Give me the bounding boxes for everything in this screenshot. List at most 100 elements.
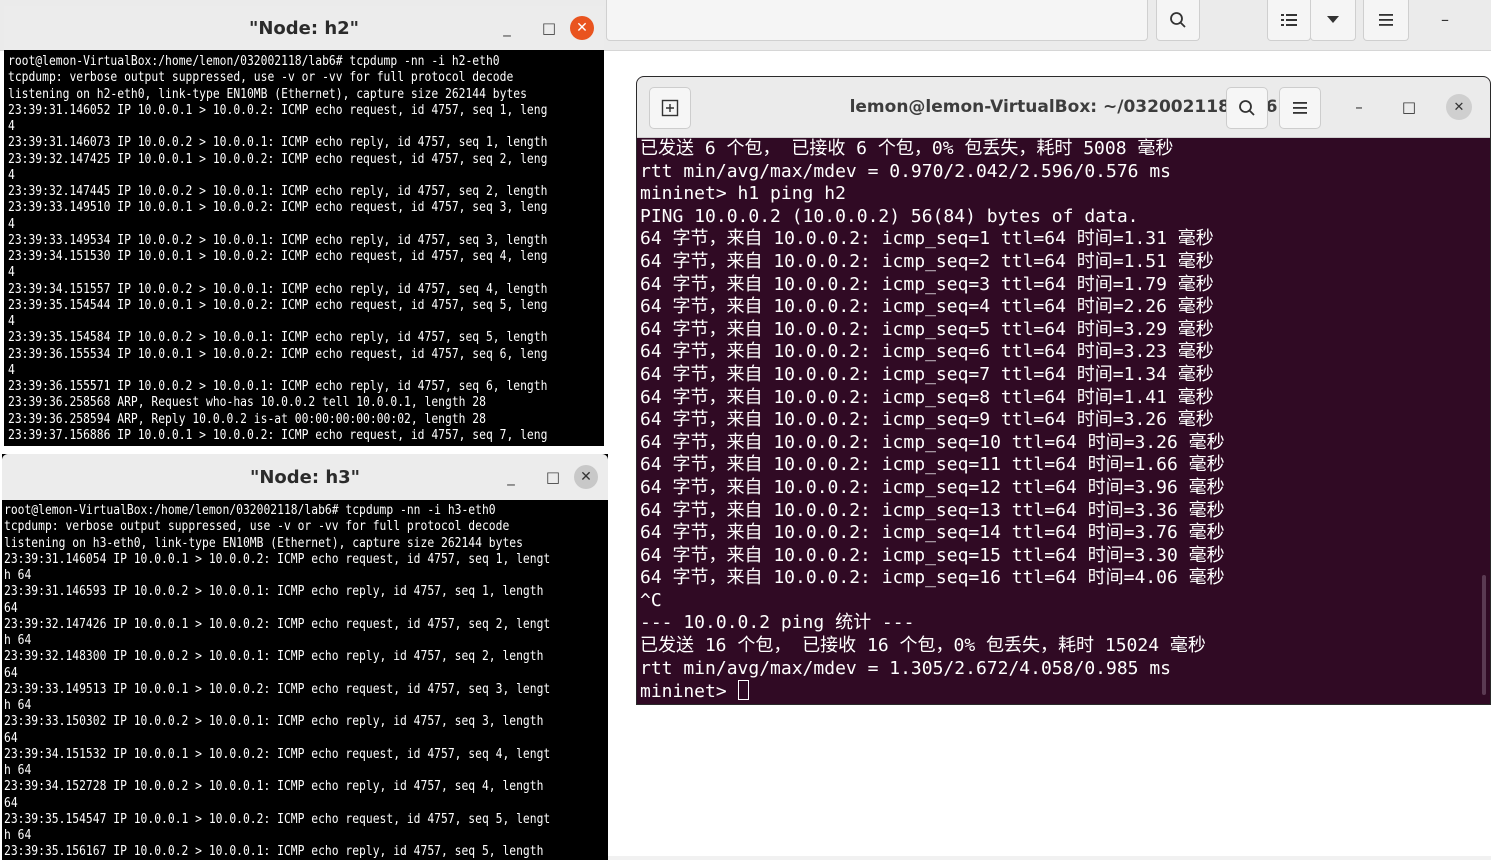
terminal-line: 23:39:35.154544 IP 10.0.0.1 > 10.0.0.2: … bbox=[8, 297, 548, 313]
maximize-icon[interactable]: □ bbox=[528, 13, 570, 43]
xterm-node-h3[interactable]: "Node: h3" _ □ ✕ root@lemon-VirtualBox:/… bbox=[2, 454, 608, 860]
terminal-line: 64 字节，来自 10.0.0.2: icmp_seq=9 ttl=64 时间=… bbox=[640, 409, 1214, 431]
search-icon bbox=[1239, 100, 1255, 116]
terminal-line: tcpdump: verbose output suppressed, use … bbox=[4, 519, 510, 535]
minimize-icon[interactable]: _ bbox=[490, 462, 532, 492]
terminal-line: 64 字节，来自 10.0.0.2: icmp_seq=7 ttl=64 时间=… bbox=[640, 363, 1214, 385]
menu-button[interactable] bbox=[1279, 87, 1321, 129]
terminal-line: 4 bbox=[8, 167, 15, 183]
terminal-line: 23:39:34.151532 IP 10.0.0.1 > 10.0.0.2: … bbox=[4, 746, 551, 762]
xterm-h3-titlebar[interactable]: "Node: h3" _ □ ✕ bbox=[2, 454, 608, 500]
terminal-line: h 64 bbox=[4, 568, 32, 583]
maximize-icon[interactable]: □ bbox=[1393, 91, 1425, 123]
terminal-line: 23:39:35.154547 IP 10.0.0.1 > 10.0.0.2: … bbox=[4, 811, 551, 827]
close-icon[interactable]: ✕ bbox=[1446, 94, 1472, 120]
xterm-node-h2[interactable]: "Node: h2" _ □ ✕ root@lemon-VirtualBox:/… bbox=[4, 6, 604, 446]
close-icon[interactable]: ✕ bbox=[574, 465, 598, 489]
terminal-line: 23:39:35.154584 IP 10.0.0.2 > 10.0.0.1: … bbox=[8, 330, 548, 346]
terminal-line: 64 字节，来自 10.0.0.2: icmp_seq=5 ttl=64 时间=… bbox=[640, 318, 1214, 340]
xterm-h3-output[interactable]: root@lemon-VirtualBox:/home/lemon/032002… bbox=[2, 503, 608, 860]
terminal-line: 23:39:36.258568 ARP, Request who-has 10.… bbox=[8, 395, 486, 411]
terminal-line: ^C bbox=[640, 589, 662, 611]
search-icon bbox=[1170, 12, 1186, 28]
terminal-line: h 64 bbox=[4, 763, 32, 778]
terminal-line: 64 字节，来自 10.0.0.2: icmp_seq=14 ttl=64 时间… bbox=[640, 522, 1225, 544]
terminal-line: 64 字节，来自 10.0.0.2: icmp_seq=2 ttl=64 时间=… bbox=[640, 250, 1214, 272]
terminal-line: 23:39:31.146593 IP 10.0.0.2 > 10.0.0.1: … bbox=[4, 584, 544, 600]
terminal-line: 已发送 16 个包， 已接收 16 个包，0% 包丢失，耗时 15024 毫秒 bbox=[640, 635, 1206, 657]
terminal-line: 23:39:31.146054 IP 10.0.0.1 > 10.0.0.2: … bbox=[4, 551, 551, 567]
terminal-output[interactable]: 已发送 6 个包， 已接收 6 个包，0% 包丢失，耗时 5008 毫秒 rtt … bbox=[640, 138, 1470, 704]
text-cursor bbox=[737, 680, 749, 701]
terminal-line: 64 字节，来自 10.0.0.2: icmp_seq=16 ttl=64 时间… bbox=[640, 567, 1225, 589]
prompt: mininet> bbox=[640, 681, 738, 703]
terminal-line: 23:39:34.151530 IP 10.0.0.1 > 10.0.0.2: … bbox=[8, 249, 548, 264]
minimize-icon[interactable]: _ bbox=[486, 13, 528, 43]
terminal-line: h 64 bbox=[4, 698, 32, 713]
terminal-line: h 64 bbox=[4, 633, 32, 648]
terminal-line: 23:39:35.156167 IP 10.0.0.2 > 10.0.0.1: … bbox=[4, 844, 544, 860]
terminal-line: rtt min/avg/max/mdev = 0.970/2.042/2.596… bbox=[640, 160, 1172, 182]
terminal-line: 23:39:32.147425 IP 10.0.0.1 > 10.0.0.2: … bbox=[8, 151, 548, 167]
view-options-button[interactable] bbox=[1310, 0, 1356, 41]
search-button[interactable] bbox=[1226, 87, 1268, 129]
terminal-line: 23:39:32.147426 IP 10.0.0.1 > 10.0.0.2: … bbox=[4, 616, 551, 632]
terminal-line: 64 字节，来自 10.0.0.2: icmp_seq=1 ttl=64 时间=… bbox=[640, 228, 1214, 250]
terminal-line: listening on h2-eth0, link-type EN10MB (… bbox=[8, 86, 527, 102]
terminal-line: h 64 bbox=[4, 828, 32, 843]
background-strip bbox=[606, 856, 1491, 860]
window-title: "Node: h2" bbox=[248, 17, 360, 39]
window-title: "Node: h3" bbox=[249, 466, 361, 488]
terminal-line: 64 字节，来自 10.0.0.2: icmp_seq=4 ttl=64 时间=… bbox=[640, 296, 1214, 318]
terminal-line: 23:39:33.149510 IP 10.0.0.1 > 10.0.0.2: … bbox=[8, 200, 548, 216]
terminal-line: root@lemon-VirtualBox:/home/lemon/032002… bbox=[4, 503, 496, 518]
xterm-h2-output[interactable]: root@lemon-VirtualBox:/home/lemon/032002… bbox=[4, 54, 604, 446]
minimize-icon[interactable]: – bbox=[1343, 91, 1375, 123]
terminal-line: mininet> h1 ping h2 bbox=[640, 183, 846, 205]
terminal-line: 64 字节，来自 10.0.0.2: icmp_seq=12 ttl=64 时间… bbox=[640, 476, 1225, 498]
xterm-h2-titlebar[interactable]: "Node: h2" _ □ ✕ bbox=[4, 6, 604, 50]
terminal-line: 64 bbox=[4, 795, 18, 811]
terminal-line: 已发送 6 个包， 已接收 6 个包，0% 包丢失，耗时 5008 毫秒 bbox=[640, 138, 1174, 159]
location-bar[interactable] bbox=[606, 0, 1148, 41]
terminal-line: 64 字节，来自 10.0.0.2: icmp_seq=13 ttl=64 时间… bbox=[640, 499, 1225, 521]
terminal-line: 23:39:37.156886 IP 10.0.0.1 > 10.0.0.2: … bbox=[8, 427, 548, 443]
terminal-line: 4 bbox=[8, 216, 15, 232]
minimize-icon[interactable]: – bbox=[1432, 10, 1458, 30]
prompt-line[interactable]: mininet> bbox=[640, 680, 1470, 704]
terminal-line: 64 字节，来自 10.0.0.2: icmp_seq=8 ttl=64 时间=… bbox=[640, 386, 1214, 408]
new-tab-icon bbox=[661, 99, 679, 117]
menu-icon bbox=[1379, 14, 1393, 26]
gnome-terminal-window[interactable]: lemon@lemon-VirtualBox: ~/032002118/lab6… bbox=[636, 76, 1491, 705]
terminal-line: 64 字节，来自 10.0.0.2: icmp_seq=3 ttl=64 时间=… bbox=[640, 273, 1214, 295]
new-tab-button[interactable] bbox=[649, 87, 691, 129]
terminal-line: tcpdump: verbose output suppressed, use … bbox=[8, 70, 514, 86]
terminal-line: rtt min/avg/max/mdev = 1.305/2.672/4.058… bbox=[640, 657, 1172, 679]
terminal-line: 23:39:32.148300 IP 10.0.0.2 > 10.0.0.1: … bbox=[4, 649, 544, 665]
terminal-line: 23:39:34.151557 IP 10.0.0.2 > 10.0.0.1: … bbox=[8, 281, 548, 297]
close-icon[interactable]: ✕ bbox=[570, 16, 594, 40]
terminal-line: 23:39:34.152728 IP 10.0.0.2 > 10.0.0.1: … bbox=[4, 779, 544, 795]
terminal-line: 4 bbox=[8, 119, 15, 134]
search-button[interactable] bbox=[1156, 0, 1200, 41]
terminal-line: 64 字节，来自 10.0.0.2: icmp_seq=15 ttl=64 时间… bbox=[640, 544, 1225, 566]
terminal-line: 64 字节，来自 10.0.0.2: icmp_seq=11 ttl=64 时间… bbox=[640, 454, 1225, 476]
scrollbar[interactable] bbox=[1482, 575, 1486, 695]
menu-icon bbox=[1293, 102, 1307, 114]
terminal-line: 23:39:32.147445 IP 10.0.0.2 > 10.0.0.1: … bbox=[8, 184, 548, 199]
terminal-line: 23:39:33.149534 IP 10.0.0.2 > 10.0.0.1: … bbox=[8, 232, 548, 248]
terminal-line: 23:39:36.155534 IP 10.0.0.1 > 10.0.0.2: … bbox=[8, 346, 548, 362]
view-list-button[interactable] bbox=[1267, 0, 1311, 41]
main-menu-button[interactable] bbox=[1363, 0, 1409, 41]
terminal-line: PING 10.0.0.2 (10.0.0.2) 56(84) bytes of… bbox=[640, 205, 1139, 227]
list-view-icon bbox=[1281, 14, 1297, 26]
terminal-line: --- 10.0.0.2 ping 统计 --- bbox=[640, 612, 915, 634]
terminal-line: 23:39:36.258594 ARP, Reply 10.0.0.2 is-a… bbox=[8, 411, 486, 427]
terminal-line: 64 字节，来自 10.0.0.2: icmp_seq=6 ttl=64 时间=… bbox=[640, 341, 1214, 363]
terminal-line: 4 bbox=[8, 362, 15, 378]
terminal-line: 23:39:33.150302 IP 10.0.0.2 > 10.0.0.1: … bbox=[4, 714, 544, 730]
terminal-line: root@lemon-VirtualBox:/home/lemon/032002… bbox=[8, 54, 500, 69]
terminal-line: 64 bbox=[4, 730, 18, 746]
maximize-icon[interactable]: □ bbox=[532, 462, 574, 492]
terminal-line: listening on h3-eth0, link-type EN10MB (… bbox=[4, 535, 523, 551]
